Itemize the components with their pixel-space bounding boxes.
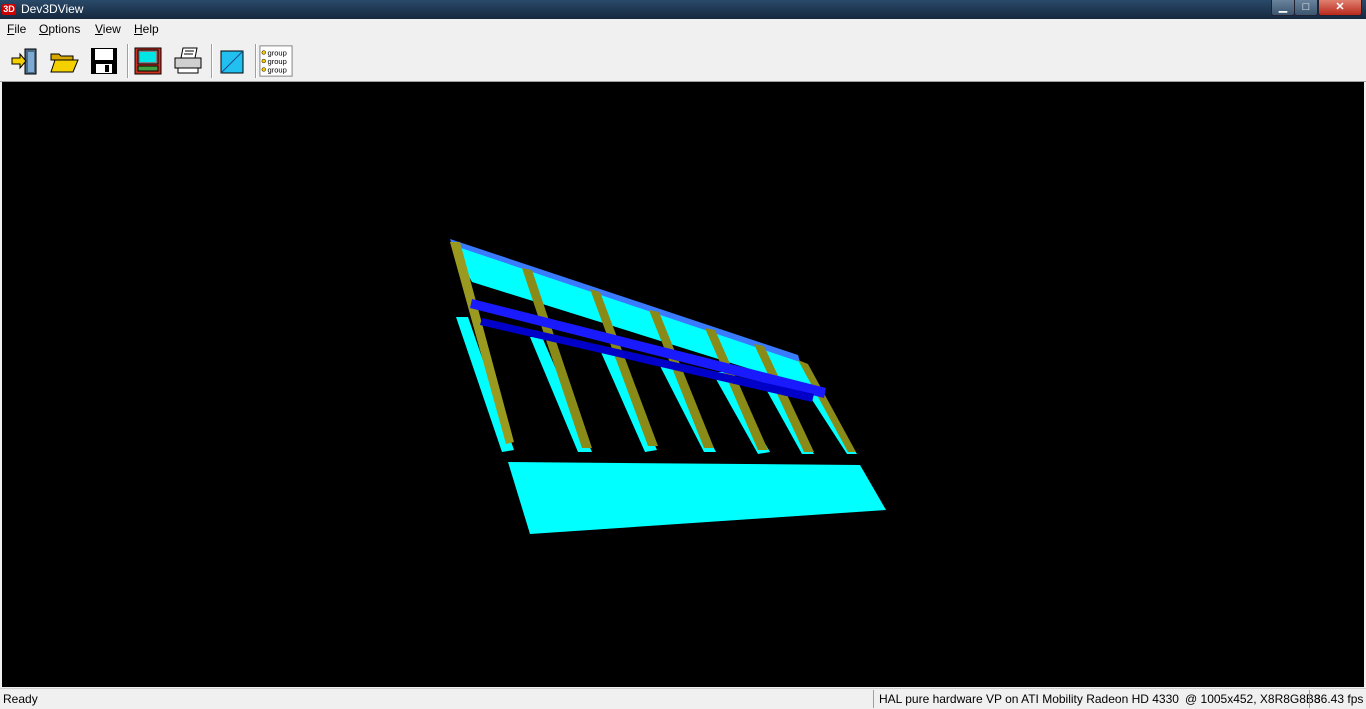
print-button[interactable] xyxy=(171,44,205,78)
status-ready: Ready xyxy=(3,692,38,706)
maximize-icon: □ xyxy=(1302,1,1310,13)
app-3d-icon: 3D xyxy=(2,4,16,15)
toolbar-separator xyxy=(255,44,257,78)
status-bar: Ready HAL pure hardware VP on ATI Mobili… xyxy=(0,688,1366,709)
status-fps: 36.43 fps xyxy=(1314,692,1364,706)
printer-icon xyxy=(174,47,202,74)
menu-file[interactable]: File xyxy=(7,22,26,37)
menu-view[interactable]: View xyxy=(95,22,121,37)
3d-viewport[interactable] xyxy=(2,82,1364,687)
viewport-button[interactable] xyxy=(215,44,249,78)
menu-bar: File Options View Help xyxy=(0,19,1366,41)
group-label: group xyxy=(268,65,287,74)
menu-options[interactable]: Options xyxy=(39,22,80,37)
toolbar-separator xyxy=(211,44,213,78)
minimize-icon: ▁ xyxy=(1278,1,1288,13)
status-panel-divider xyxy=(1309,690,1310,708)
open-button[interactable] xyxy=(47,44,81,78)
floor-slab xyxy=(508,462,886,534)
exit-button[interactable] xyxy=(8,44,42,78)
group-tree-button[interactable]: group group group xyxy=(259,44,293,78)
menu-help[interactable]: Help xyxy=(134,22,159,37)
exit-icon xyxy=(11,48,37,75)
save-disk-icon xyxy=(91,48,117,74)
close-button[interactable]: ✕ xyxy=(1318,0,1362,16)
toolbar: group group group xyxy=(0,40,1366,82)
window-title: Dev3DView xyxy=(21,2,84,16)
save-button[interactable] xyxy=(87,44,121,78)
status-device: HAL pure hardware VP on ATI Mobility Rad… xyxy=(879,692,1179,706)
open-folder-icon xyxy=(50,53,79,73)
3d-model-render xyxy=(450,239,886,534)
minimize-button[interactable]: ▁ xyxy=(1271,0,1295,16)
monitor-icon xyxy=(134,47,162,75)
close-icon: ✕ xyxy=(1335,1,1345,13)
maximize-button[interactable]: □ xyxy=(1294,0,1318,16)
viewport-icon xyxy=(220,50,244,74)
status-display-mode: @ 1005x452, X8R8G8B8 xyxy=(1185,692,1321,706)
title-bar: 3D Dev3DView ▁ □ ✕ xyxy=(0,0,1366,19)
toolbar-separator xyxy=(127,44,129,78)
group-tree-icon: group group group xyxy=(259,45,293,77)
monitor-button[interactable] xyxy=(131,44,165,78)
status-panel-divider xyxy=(873,690,874,708)
